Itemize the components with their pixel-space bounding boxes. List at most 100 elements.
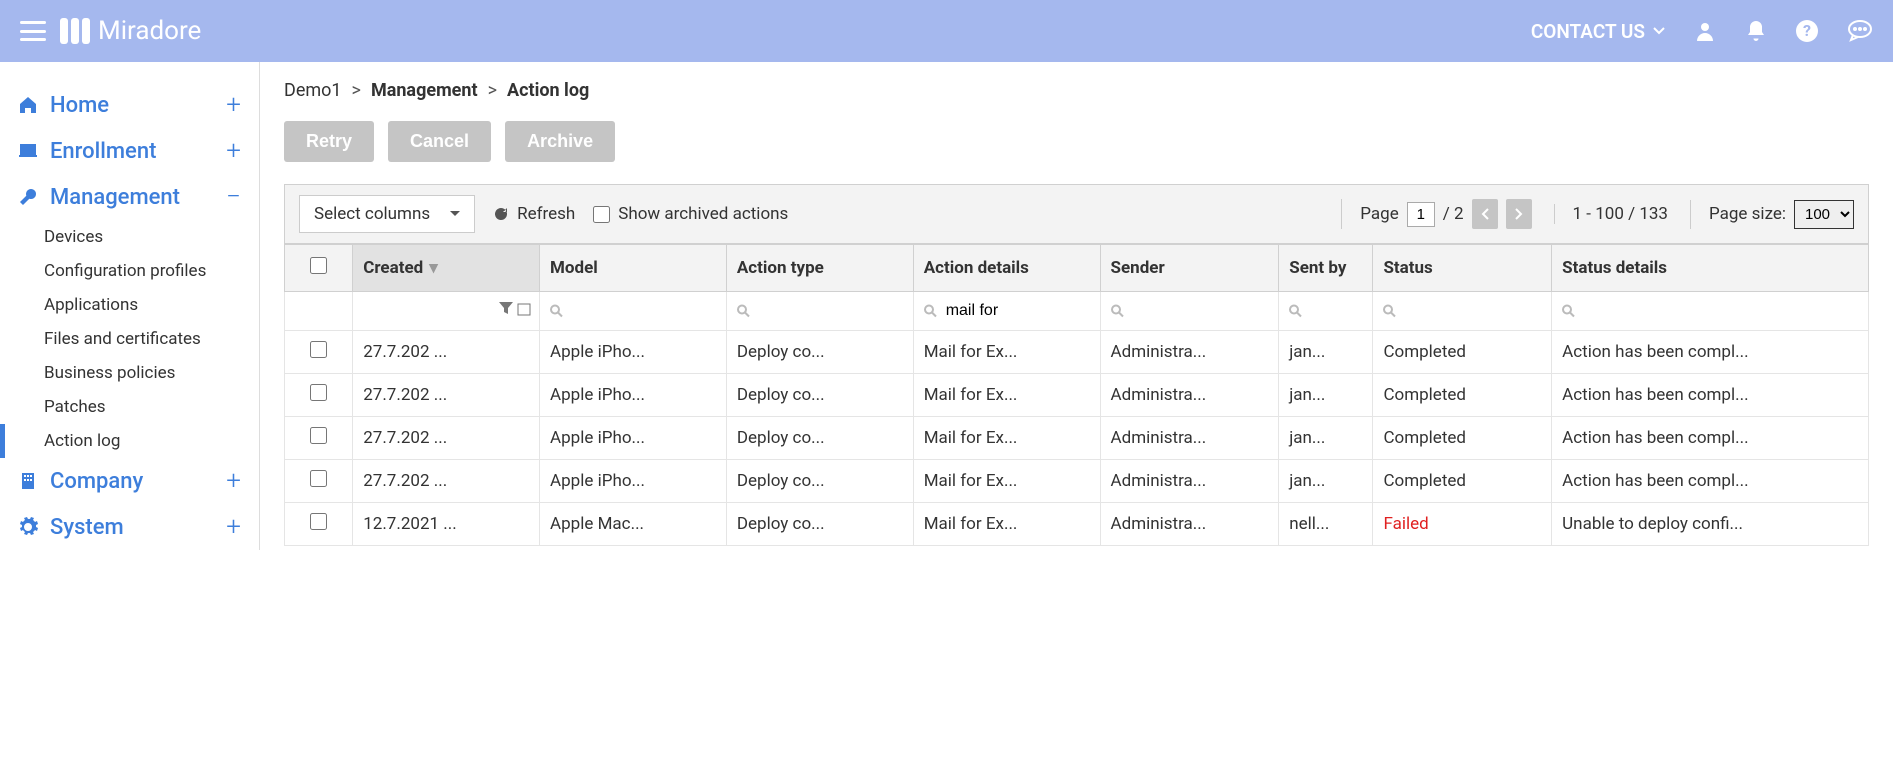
filter-action-type[interactable] — [726, 292, 913, 331]
page-input[interactable] — [1407, 202, 1435, 227]
sidebar-item-company[interactable]: Company + — [0, 458, 259, 504]
plus-icon[interactable]: + — [226, 90, 241, 120]
sidebar-sub-business-policies[interactable]: Business policies — [44, 356, 259, 390]
cell-model: Apple iPho... — [540, 417, 727, 460]
sort-desc-icon: ▾ — [429, 258, 438, 278]
sidebar-label: Management — [50, 185, 180, 210]
breadcrumb-parent[interactable]: Management — [371, 80, 478, 101]
sidebar-sub-config-profiles[interactable]: Configuration profiles — [44, 254, 259, 288]
search-icon — [737, 305, 750, 318]
filter-input[interactable] — [1381, 298, 1543, 324]
table-row[interactable]: 27.7.202 ...Apple iPho...Deploy co...Mai… — [285, 374, 1869, 417]
filter-status[interactable] — [1373, 292, 1552, 331]
filter-sender[interactable] — [1100, 292, 1279, 331]
cell-model: Apple Mac... — [540, 503, 727, 546]
filter-created[interactable] — [353, 292, 540, 331]
page-navigator: Page / 2 — [1341, 199, 1531, 229]
plus-icon[interactable]: + — [226, 136, 241, 166]
cell-created: 27.7.202 ... — [353, 374, 540, 417]
plus-icon[interactable]: + — [226, 512, 241, 542]
cell-action-details: Mail for Ex... — [913, 374, 1100, 417]
retry-button[interactable]: Retry — [284, 121, 374, 162]
filter-action-details[interactable] — [913, 292, 1100, 331]
refresh-button[interactable]: Refresh — [493, 204, 575, 224]
filter-input[interactable] — [922, 298, 1092, 324]
filter-sent-by[interactable] — [1279, 292, 1373, 331]
prev-page-button[interactable] — [1472, 199, 1498, 229]
col-header-sender[interactable]: Sender — [1100, 245, 1279, 292]
select-columns-label: Select columns — [314, 204, 430, 224]
filter-row — [285, 292, 1869, 331]
hamburger-menu-icon[interactable] — [20, 21, 46, 41]
filter-input[interactable] — [1560, 298, 1860, 324]
sidebar: Home + Enrollment + Management − — [0, 62, 260, 550]
sidebar-item-system[interactable]: System + — [0, 504, 259, 550]
sidebar-sub-action-log[interactable]: Action log — [44, 424, 259, 458]
archive-button[interactable]: Archive — [505, 121, 615, 162]
cell-status: Completed — [1373, 417, 1552, 460]
col-header-status-details[interactable]: Status details — [1552, 245, 1869, 292]
sidebar-item-enrollment[interactable]: Enrollment + — [0, 128, 259, 174]
sidebar-item-home[interactable]: Home + — [0, 82, 259, 128]
plus-icon[interactable]: + — [226, 466, 241, 496]
contact-us-button[interactable]: CONTACT US — [1531, 20, 1665, 43]
search-icon — [924, 305, 937, 318]
select-columns-dropdown[interactable]: Select columns — [299, 195, 475, 233]
cell-sent-by: jan... — [1279, 460, 1373, 503]
col-header-model[interactable]: Model — [540, 245, 727, 292]
page-size-select[interactable]: 100 — [1794, 200, 1854, 229]
col-header-status[interactable]: Status — [1373, 245, 1552, 292]
cell-created: 12.7.2021 ... — [353, 503, 540, 546]
cell-sender: Administra... — [1100, 331, 1279, 374]
sidebar-sub-devices[interactable]: Devices — [44, 220, 259, 254]
sidebar-sub-patches[interactable]: Patches — [44, 390, 259, 424]
logo-bars-icon — [60, 18, 90, 44]
table-row[interactable]: 12.7.2021 ...Apple Mac...Deploy co...Mai… — [285, 503, 1869, 546]
chat-icon[interactable] — [1847, 19, 1873, 43]
col-header-action-type[interactable]: Action type — [726, 245, 913, 292]
page-size-control: Page size: 100 — [1690, 200, 1854, 229]
show-archived-checkbox[interactable]: Show archived actions — [593, 204, 788, 224]
col-header-created[interactable]: Created▾ — [353, 245, 540, 292]
table-row[interactable]: 27.7.202 ...Apple iPho...Deploy co...Mai… — [285, 331, 1869, 374]
filter-input[interactable] — [1109, 298, 1271, 324]
user-icon[interactable] — [1693, 19, 1717, 43]
row-checkbox[interactable] — [310, 341, 327, 358]
refresh-label: Refresh — [517, 204, 575, 224]
filter-model[interactable] — [540, 292, 727, 331]
cancel-button[interactable]: Cancel — [388, 121, 491, 162]
select-all-checkbox[interactable] — [310, 257, 327, 274]
cell-status: Failed — [1373, 503, 1552, 546]
table-row[interactable]: 27.7.202 ...Apple iPho...Deploy co...Mai… — [285, 460, 1869, 503]
col-header-sent-by[interactable]: Sent by — [1279, 245, 1373, 292]
filter-input[interactable] — [735, 298, 905, 324]
help-icon[interactable]: ? — [1795, 19, 1819, 43]
show-archived-input[interactable] — [593, 206, 610, 223]
bell-icon[interactable] — [1745, 19, 1767, 43]
sidebar-sub-files-certs[interactable]: Files and certificates — [44, 322, 259, 356]
row-checkbox-cell — [285, 331, 353, 374]
cell-action-details: Mail for Ex... — [913, 331, 1100, 374]
sidebar-item-management[interactable]: Management − — [0, 174, 259, 220]
laptop-icon — [18, 141, 38, 161]
row-checkbox[interactable] — [310, 513, 327, 530]
row-checkbox-cell — [285, 460, 353, 503]
cell-status: Completed — [1373, 374, 1552, 417]
breadcrumb-root[interactable]: Demo1 — [284, 80, 342, 101]
show-archived-label: Show archived actions — [618, 204, 788, 224]
row-checkbox[interactable] — [310, 427, 327, 444]
table-row[interactable]: 27.7.202 ...Apple iPho...Deploy co...Mai… — [285, 417, 1869, 460]
row-checkbox[interactable] — [310, 384, 327, 401]
next-page-button[interactable] — [1506, 199, 1532, 229]
row-checkbox[interactable] — [310, 470, 327, 487]
filter-status-details[interactable] — [1552, 292, 1869, 331]
col-header-action-details[interactable]: Action details — [913, 245, 1100, 292]
sidebar-sub-applications[interactable]: Applications — [44, 288, 259, 322]
minus-icon[interactable]: − — [226, 182, 241, 212]
cell-status-details: Action has been compl... — [1552, 374, 1869, 417]
cell-action-details: Mail for Ex... — [913, 460, 1100, 503]
filter-input[interactable] — [548, 298, 718, 324]
table-toolbar: Select columns Refresh Show archived act… — [284, 184, 1869, 244]
cell-action-type: Deploy co... — [726, 503, 913, 546]
brand-logo[interactable]: Miradore — [60, 16, 201, 46]
